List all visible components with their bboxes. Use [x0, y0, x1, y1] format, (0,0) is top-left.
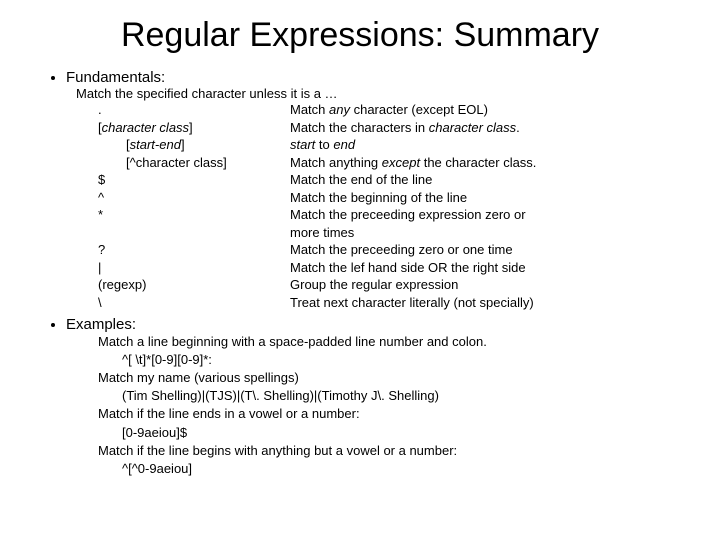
def-desc: more times: [290, 224, 540, 242]
examples-list: Match a line beginning with a space-padd…: [98, 333, 690, 479]
example-desc: Match if the line begins with anything b…: [98, 442, 690, 460]
content-list: Fundamentals: Match the specified charac…: [30, 69, 690, 478]
fundamentals-heading: Fundamentals:: [66, 69, 165, 86]
slide: Regular Expressions: Summary Fundamental…: [0, 0, 720, 488]
def-desc: start to end: [290, 136, 540, 154]
example-code: ^[ \t]*[0-9][0-9]*:: [98, 351, 690, 369]
example-desc: Match if the line ends in a vowel or a n…: [98, 405, 690, 423]
def-symbol: $: [98, 171, 290, 189]
example-code: ^[^0-9aeiou]: [98, 460, 690, 478]
example-code: (Tim Shelling)|(TJS)|(T\. Shelling)|(Tim…: [98, 387, 690, 405]
def-symbol: [character class]: [98, 119, 290, 137]
def-row: [^character class] Match anything except…: [98, 154, 540, 172]
example-desc: Match my name (various spellings): [98, 369, 690, 387]
def-symbol: \: [98, 294, 290, 312]
def-symbol: [start-end]: [98, 136, 290, 154]
def-symbol: |: [98, 259, 290, 277]
def-desc: Treat next character literally (not spec…: [290, 294, 540, 312]
fundamentals-intro: Match the specified character unless it …: [76, 86, 690, 101]
def-row: \ Treat next character literally (not sp…: [98, 294, 540, 312]
def-row: ? Match the preceeding zero or one time: [98, 241, 540, 259]
def-row: [start-end] start to end: [98, 136, 540, 154]
page-title: Regular Expressions: Summary: [30, 16, 690, 55]
def-desc: Match anything except the character clas…: [290, 154, 540, 172]
def-desc: Match the preceeding zero or one time: [290, 241, 540, 259]
def-desc: Match the end of the line: [290, 171, 540, 189]
def-row: more times: [98, 224, 540, 242]
def-desc: Match the beginning of the line: [290, 189, 540, 207]
example-code: [0-9aeiou]$: [98, 424, 690, 442]
example-desc: Match a line beginning with a space-padd…: [98, 333, 690, 351]
fundamentals-section: Fundamentals: Match the specified charac…: [66, 69, 690, 312]
def-row: | Match the lef hand side OR the right s…: [98, 259, 540, 277]
def-row: * Match the preceeding expression zero o…: [98, 206, 540, 224]
def-symbol: *: [98, 206, 290, 224]
def-row: $ Match the end of the line: [98, 171, 540, 189]
def-desc: Match the preceeding expression zero or: [290, 206, 540, 224]
def-symbol: .: [98, 101, 290, 119]
def-symbol: ^: [98, 189, 290, 207]
examples-section: Examples: Match a line beginning with a …: [66, 316, 690, 479]
def-row: [character class] Match the characters i…: [98, 119, 540, 137]
def-symbol: ?: [98, 241, 290, 259]
def-desc: Match the characters in character class.: [290, 119, 540, 137]
def-row: ^ Match the beginning of the line: [98, 189, 540, 207]
def-row: (regexp) Group the regular expression: [98, 276, 540, 294]
def-desc: Match the lef hand side OR the right sid…: [290, 259, 540, 277]
def-symbol: (regexp): [98, 276, 290, 294]
examples-heading: Examples:: [66, 316, 136, 333]
fundamentals-table: . Match any character (except EOL) [char…: [98, 101, 540, 312]
def-desc: Match any character (except EOL): [290, 101, 540, 119]
def-desc: Group the regular expression: [290, 276, 540, 294]
def-symbol: [98, 224, 290, 242]
def-symbol: [^character class]: [98, 154, 290, 172]
def-row: . Match any character (except EOL): [98, 101, 540, 119]
